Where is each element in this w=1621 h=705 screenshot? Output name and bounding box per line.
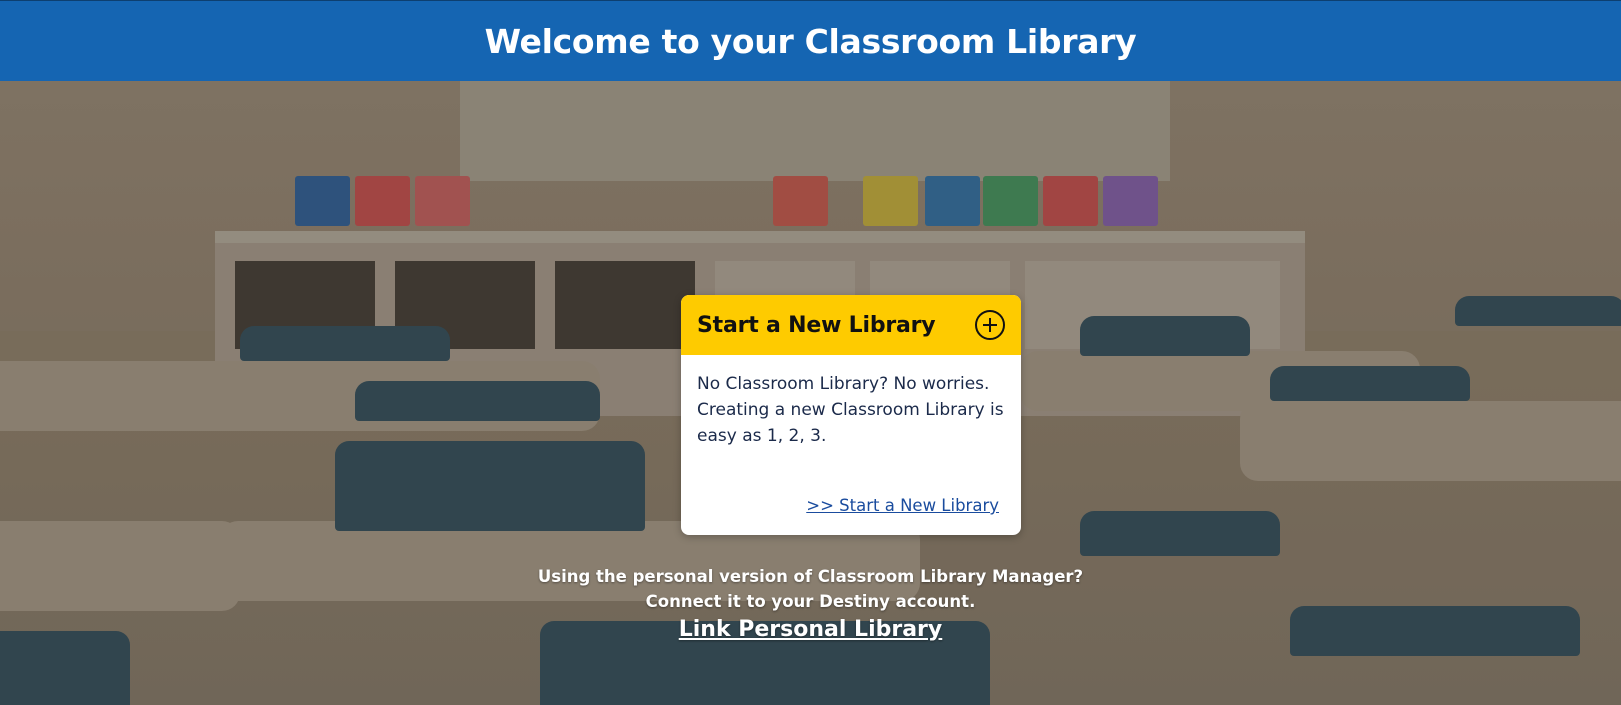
personal-version-text: Using the personal version of Classroom …: [0, 564, 1621, 614]
personal-text-line-2: Connect it to your Destiny account.: [645, 592, 976, 611]
link-personal-library-container: Link Personal Library: [0, 617, 1621, 642]
page-title: Welcome to your Classroom Library: [484, 21, 1137, 61]
start-new-library-link[interactable]: >> Start a New Library: [806, 496, 999, 515]
link-personal-library-link[interactable]: Link Personal Library: [679, 617, 943, 642]
card-description: No Classroom Library? No worries. Creati…: [697, 374, 1004, 446]
start-new-library-card: Start a New Library No Classroom Library…: [681, 295, 1021, 535]
plus-circle-icon[interactable]: [975, 310, 1005, 340]
card-header: Start a New Library: [681, 295, 1021, 355]
card-title: Start a New Library: [697, 312, 936, 338]
personal-text-line-1: Using the personal version of Classroom …: [537, 567, 1084, 586]
page-header: Welcome to your Classroom Library: [0, 0, 1621, 81]
